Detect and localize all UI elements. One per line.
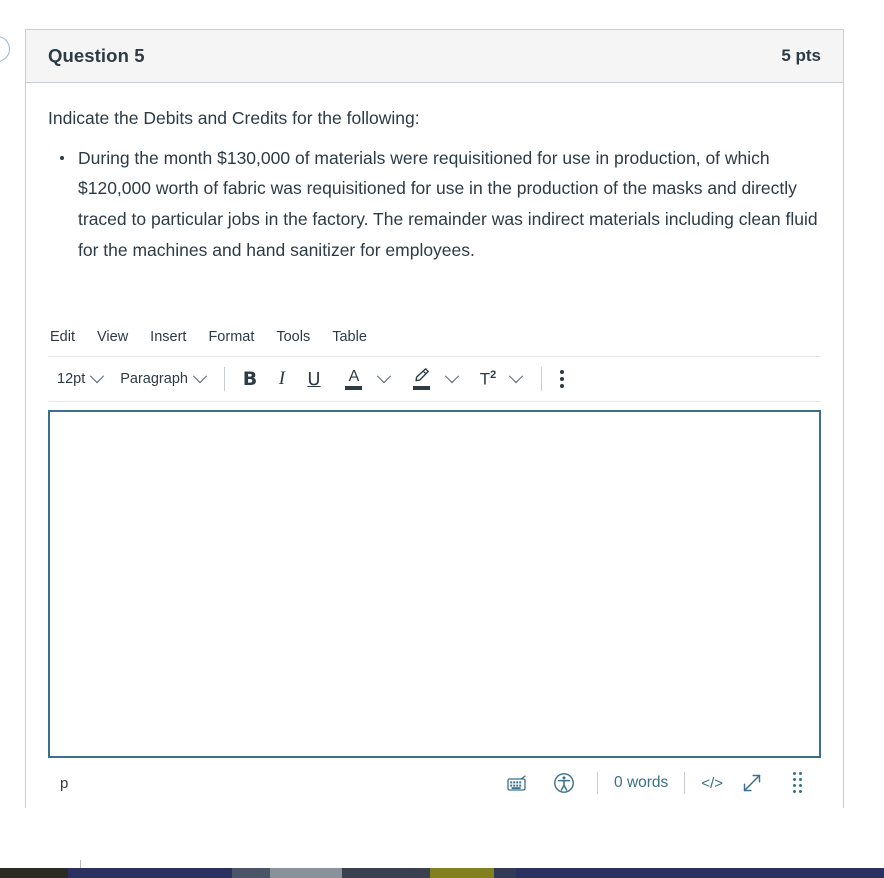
html-editor-button[interactable]: </>: [697, 775, 727, 792]
os-taskbar[interactable]: [0, 868, 884, 878]
accessibility-checker-button[interactable]: [543, 768, 585, 798]
superscript-button[interactable]: T2: [475, 364, 501, 394]
editor-toolbar: 12pt Paragraph B I U A T2: [48, 357, 821, 403]
taskbar-segment-navy2[interactable]: [516, 868, 884, 878]
handle-dot: [799, 772, 802, 776]
handle-dot: [799, 790, 802, 794]
question-card: Question 5 5 pts Indicate the Debits and…: [25, 29, 844, 809]
fullscreen-button[interactable]: [731, 768, 773, 798]
editor-content-area[interactable]: [48, 410, 821, 759]
editor-status-bar: p 0 words </>: [48, 758, 821, 808]
superscript-exponent: 2: [490, 368, 497, 381]
status-divider: [684, 772, 686, 795]
text-color-icon: A: [341, 367, 367, 390]
kebab-dot: [559, 384, 564, 389]
editor-menubar: Edit View Insert Format Tools Table: [48, 327, 821, 358]
taskbar-segment-darkslate[interactable]: [342, 868, 430, 878]
superscript-icon: T2: [480, 369, 497, 390]
highlighter-pen-glyph: [415, 368, 430, 382]
chevron-down-icon: [508, 369, 524, 384]
question-body: Indicate the Debits and Credits for the …: [26, 83, 843, 808]
rich-content-editor: Edit View Insert Format Tools Table 12pt…: [48, 327, 821, 808]
handle-dot: [799, 778, 802, 782]
taskbar-segment-dark[interactable]: [0, 868, 68, 878]
handle-dot: [793, 784, 796, 788]
taskbar-segment-navy[interactable]: [68, 868, 232, 878]
kebab-dot: [559, 370, 564, 375]
kebab-dot: [559, 377, 564, 382]
highlight-color-dropdown[interactable]: [437, 364, 467, 394]
block-format-select[interactable]: Paragraph: [111, 366, 214, 392]
menu-table[interactable]: Table: [321, 327, 378, 347]
highlighter-pen-icon: [409, 368, 435, 391]
handle-dot: [793, 790, 796, 794]
bold-icon: B: [242, 368, 258, 391]
resize-handle-button[interactable]: [777, 768, 819, 798]
status-bar-actions: 0 words </>: [497, 768, 819, 798]
italic-icon: I: [278, 368, 286, 390]
question-header: Question 5 5 pts: [26, 30, 843, 83]
underline-button[interactable]: U: [299, 364, 329, 394]
menu-view[interactable]: View: [86, 327, 139, 347]
question-bullet-list: During the month $130,000 of materials w…: [48, 143, 821, 266]
text-color-swatch: [345, 385, 363, 390]
highlight-color-swatch: [413, 386, 431, 391]
question-title: Question 5: [48, 45, 145, 66]
underline-icon: U: [307, 368, 321, 390]
taskbar-segment-slate[interactable]: [232, 868, 270, 878]
text-color-button[interactable]: A: [339, 364, 369, 394]
superscript-dropdown[interactable]: [501, 364, 531, 394]
toolbar-divider: [223, 367, 225, 392]
keyboard-shortcuts-button[interactable]: [497, 768, 539, 798]
list-item: During the month $130,000 of materials w…: [60, 143, 821, 266]
menu-insert[interactable]: Insert: [139, 327, 197, 347]
handle-dot: [793, 778, 796, 782]
text-style-group: B I U: [235, 364, 329, 394]
keyboard-icon: [507, 775, 526, 791]
chevron-down-icon: [192, 369, 208, 384]
font-size-select[interactable]: 12pt: [48, 366, 111, 392]
toolbar-divider: [540, 367, 542, 392]
sidebar-toggle-chevron-icon[interactable]: [0, 36, 10, 62]
superscript-base: T: [479, 369, 491, 389]
bold-button[interactable]: B: [235, 364, 265, 394]
font-size-value: 12pt: [57, 371, 86, 388]
highlight-color-button[interactable]: [407, 364, 437, 394]
resize-handle-icon: [793, 772, 803, 794]
accessibility-icon: [554, 773, 574, 794]
text-color-dropdown[interactable]: [369, 364, 399, 394]
taskbar-segment-olive[interactable]: [430, 868, 494, 878]
italic-button[interactable]: I: [267, 364, 297, 394]
chevron-down-icon: [444, 369, 460, 384]
handle-dot: [799, 784, 802, 788]
word-count[interactable]: 0 words: [610, 774, 672, 792]
taskbar-segment-blue[interactable]: [494, 868, 516, 878]
status-divider: [597, 772, 599, 795]
question-prompt: Indicate the Debits and Credits for the …: [48, 108, 420, 128]
element-path: p: [60, 774, 69, 792]
menu-edit[interactable]: Edit: [48, 327, 86, 347]
more-options-button[interactable]: [552, 366, 572, 392]
chevron-down-icon: [90, 369, 105, 384]
menu-format[interactable]: Format: [197, 327, 265, 347]
taskbar-segment-gray[interactable]: [270, 868, 342, 878]
text-color-letter: A: [348, 367, 360, 385]
block-format-value: Paragraph: [120, 371, 188, 388]
handle-dot: [793, 772, 796, 776]
question-points: 5 pts: [781, 46, 821, 65]
fullscreen-icon: [743, 774, 761, 792]
menu-tools[interactable]: Tools: [265, 327, 321, 347]
chevron-down-icon: [376, 369, 392, 384]
